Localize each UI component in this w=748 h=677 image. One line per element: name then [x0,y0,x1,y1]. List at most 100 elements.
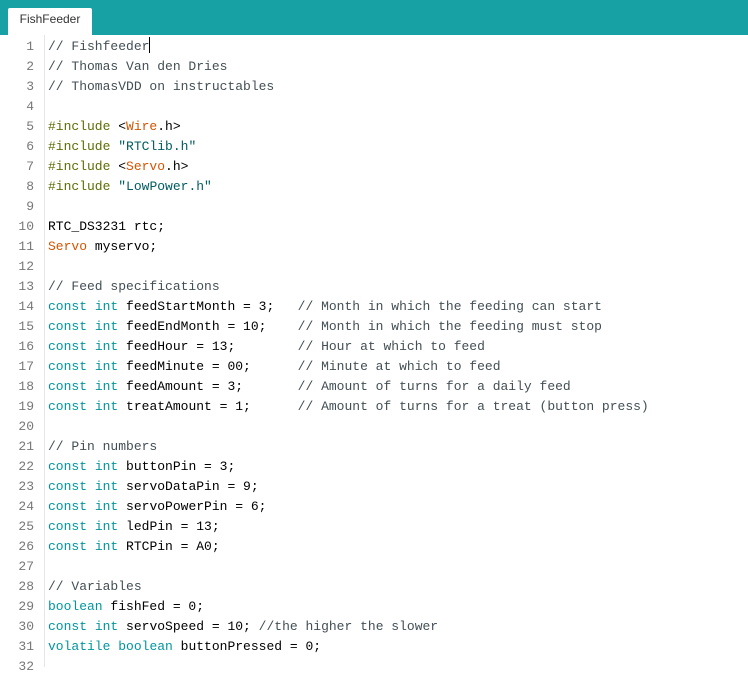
line-number: 26 [18,539,34,554]
token-comment: // Month in which the feeding must stop [297,319,602,334]
code-line[interactable]: 13 // Feed specifications [0,277,748,297]
code-line[interactable]: 24 const int servoPowerPin = 6; [0,497,748,517]
code-line[interactable]: 4 [0,97,748,117]
tab-fishfeeder[interactable]: FishFeeder [8,8,92,35]
line-number: 31 [18,639,34,654]
token-kw: int [94,519,119,534]
token-comment: // Feed specifications [48,279,220,294]
token-kw: int [94,539,119,554]
code-line[interactable]: 9 [0,197,748,217]
line-number: 24 [18,499,34,514]
token-plain: servoPowerPin = 6; [118,499,267,514]
token-kw: const [48,519,88,534]
token-pp: #include [48,139,111,154]
code-line[interactable]: 2 // Thomas Van den Dries [0,57,748,77]
code-text: #include "LowPower.h" [48,177,212,197]
code-line[interactable]: 17 const int feedMinute = 00; // Minute a… [0,357,748,377]
token-kw: volatile [48,639,111,654]
token-plain: myservo; [87,239,158,254]
code-line[interactable]: 11 Servo myservo; [0,237,748,257]
code-editor[interactable]: 1 // Fishfeeder 2 // Thomas Van den Dries 3 /… [0,35,748,674]
token-plain: < [110,159,127,174]
code-line[interactable]: 15 const int feedEndMonth = 10; // Month … [0,317,748,337]
code-line[interactable]: 5 #include <Wire.h> [0,117,748,137]
code-line[interactable]: 19 const int treatAmount = 1; // Amount o… [0,397,748,417]
code-line[interactable]: 10 RTC_DS3231 rtc; [0,217,748,237]
code-line[interactable]: 31 volatile boolean buttonPressed = 0; [0,637,748,657]
token-str: "LowPower.h" [118,179,212,194]
line-number: 20 [18,419,34,434]
code-line[interactable]: 8 #include "LowPower.h" [0,177,748,197]
token-kw: int [94,399,119,414]
token-comment: //the higher the slower [258,619,439,634]
line-number: 5 [26,119,34,134]
token-kw: const [48,339,88,354]
token-comment: // Hour at which to feed [297,339,485,354]
code-text: // ThomasVDD on instructables [48,77,274,97]
code-text: const int ledPin = 13; [48,517,220,537]
code-text: #include <Servo.h> [48,157,188,177]
code-text: #include "RTClib.h" [48,137,196,157]
gutter-divider [44,35,45,667]
code-line[interactable]: 21 // Pin numbers [0,437,748,457]
code-line[interactable]: 23 const int servoDataPin = 9; [0,477,748,497]
token-kw: const [48,319,88,334]
token-plain: servoSpeed = 10; [118,619,259,634]
code-line[interactable]: 1 // Fishfeeder [0,37,748,57]
line-number: 30 [18,619,34,634]
token-kw: int [94,299,119,314]
code-line[interactable]: 18 const int feedAmount = 3; // Amount of… [0,377,748,397]
line-number: 2 [26,59,34,74]
code-line[interactable]: 7 #include <Servo.h> [0,157,748,177]
code-line[interactable]: 3 // ThomasVDD on instructables [0,77,748,97]
token-pp: #include [48,179,111,194]
code-line[interactable]: 32 [0,657,748,677]
line-number: 9 [26,199,34,214]
token-comment: // Amount of turns for a daily feed [297,379,571,394]
token-plain: < [110,119,127,134]
tab-bar: FishFeeder [0,0,748,35]
line-number: 29 [18,599,34,614]
line-number: 11 [18,239,34,254]
token-kw: int [94,479,119,494]
text-cursor [149,37,151,53]
code-line[interactable]: 27 [0,557,748,577]
token-kw: const [48,539,88,554]
token-plain: feedEndMonth = 10; [118,319,298,334]
token-kw: int [94,359,119,374]
code-line[interactable]: 22 const int buttonPin = 3; [0,457,748,477]
token-kw: int [94,319,119,334]
token-plain: buttonPin = 3; [118,459,236,474]
code-line[interactable]: 14 const int feedStartMonth = 3; // Month… [0,297,748,317]
line-number: 21 [18,439,34,454]
code-line[interactable]: 6 #include "RTClib.h" [0,137,748,157]
code-line[interactable]: 30 const int servoSpeed = 10; //the highe… [0,617,748,637]
token-plain: RTC_DS3231 rtc; [48,219,166,234]
code-line[interactable]: 25 const int ledPin = 13; [0,517,748,537]
code-text: const int feedStartMonth = 3; // Month i… [48,297,602,317]
code-text: volatile boolean buttonPressed = 0; [48,637,321,657]
code-line[interactable]: 12 [0,257,748,277]
code-line[interactable]: 20 [0,417,748,437]
code-line[interactable]: 29 boolean fishFed = 0; [0,597,748,617]
line-number: 12 [18,259,34,274]
code-line[interactable]: 28 // Variables [0,577,748,597]
token-plain: buttonPressed = 0; [172,639,322,654]
line-number: 3 [26,79,34,94]
code-line[interactable]: 26 const int RTCPin = A0; [0,537,748,557]
token-plain: feedStartMonth = 3; [118,299,298,314]
token-lib: Servo [126,159,166,174]
code-line[interactable]: 16 const int feedHour = 13; // Hour at wh… [0,337,748,357]
token-lib: Servo [48,239,88,254]
token-plain: RTCPin = A0; [118,539,220,554]
line-number: 19 [18,399,34,414]
token-kw: const [48,619,88,634]
code-text: // Pin numbers [48,437,157,457]
